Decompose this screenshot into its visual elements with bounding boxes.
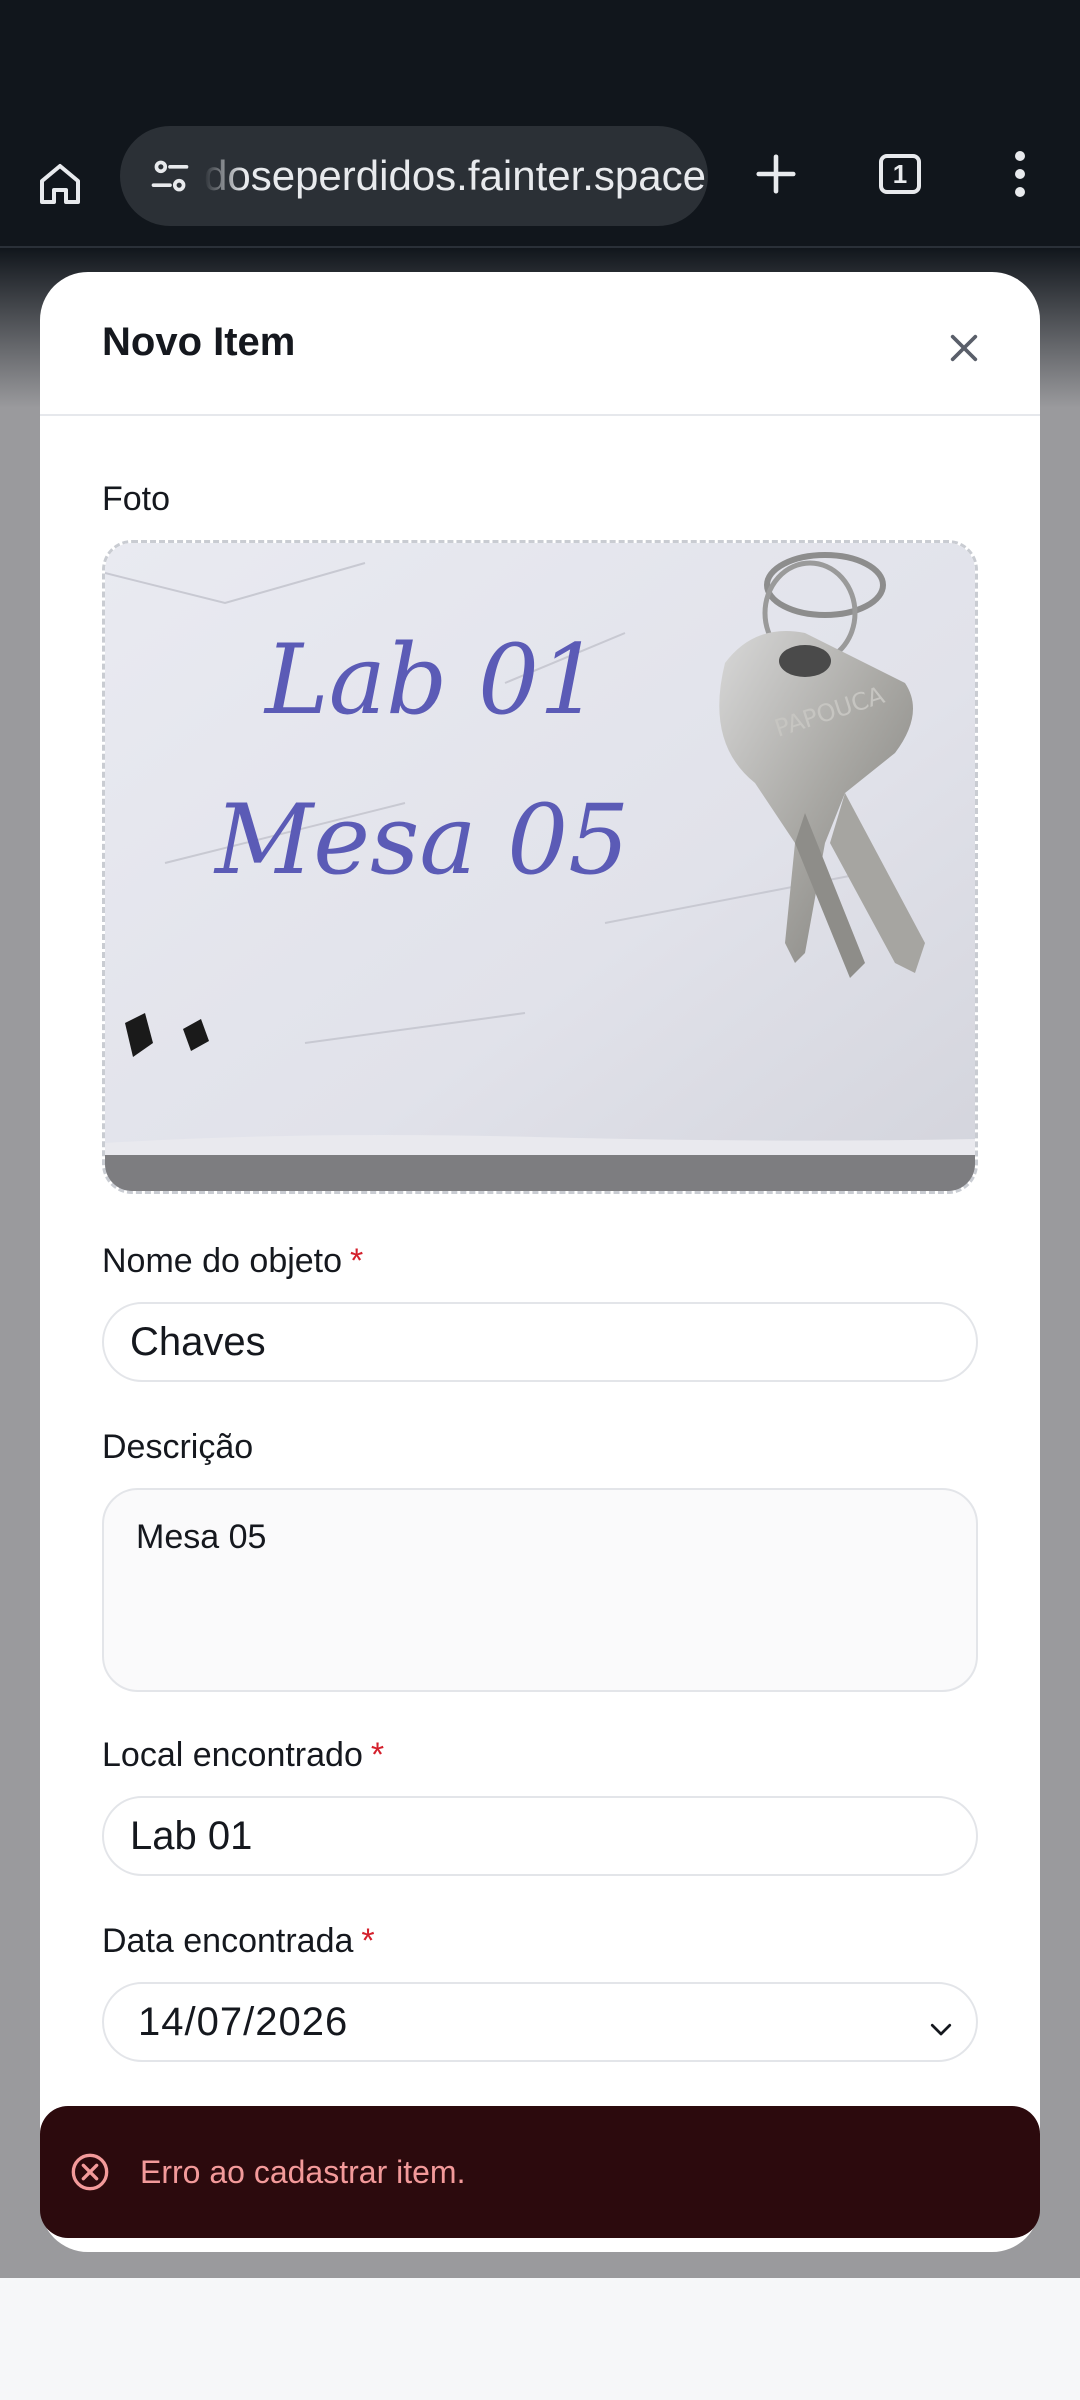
new-tab-icon[interactable] xyxy=(740,138,812,210)
description-textarea[interactable]: Mesa 05 xyxy=(102,1488,978,1692)
name-label: Nome do objeto * xyxy=(102,1242,364,1280)
more-menu-icon[interactable] xyxy=(984,138,1056,210)
date-input-value: 14/07/2026 xyxy=(138,2000,349,2044)
modal-header: Novo Item xyxy=(40,272,1040,416)
site-info-icon[interactable] xyxy=(134,140,206,212)
date-label: Data encontrada * xyxy=(102,1922,375,1960)
chevron-down-icon xyxy=(930,2023,952,2036)
description-label: Descrição xyxy=(102,1428,254,1466)
url-text: doseperdidos.fainter.space xyxy=(204,152,707,199)
location-label: Local encontrado * xyxy=(102,1736,385,1774)
home-icon[interactable] xyxy=(24,148,96,220)
location-input-value: Lab 01 xyxy=(130,1814,253,1858)
toast-message: Erro ao cadastrar item. xyxy=(140,2154,466,2190)
modal-title: Novo Item xyxy=(102,320,296,364)
error-toast: Erro ao cadastrar item. xyxy=(40,2106,1040,2238)
location-input[interactable]: Lab 01 xyxy=(102,1796,978,1876)
status-bar xyxy=(0,0,1080,122)
item-photo: Lab 01 Mesa 05 PAPOUCA xyxy=(105,543,975,1191)
photo-text-line2: Mesa 05 xyxy=(213,784,629,896)
page-background xyxy=(0,2278,1080,2400)
name-input-value: Chaves xyxy=(130,1320,266,1364)
browser-toolbar: doseperdidos.fainter.space 1 xyxy=(0,122,1080,248)
tab-count: 1 xyxy=(879,154,921,194)
address-bar[interactable]: doseperdidos.fainter.space xyxy=(120,126,708,226)
photo-upload[interactable]: Lab 01 Mesa 05 PAPOUCA xyxy=(102,540,978,1194)
photo-text-line1: Lab 01 xyxy=(263,624,600,736)
photo-label: Foto xyxy=(102,480,171,518)
description-value: Mesa 05 xyxy=(136,1518,267,1556)
new-item-modal: Novo Item Foto Lab 01 Mesa 05 PAPOUCA No… xyxy=(40,272,1040,2252)
name-input[interactable]: Chaves xyxy=(102,1302,978,1382)
close-icon xyxy=(950,334,978,362)
url-fade xyxy=(204,126,244,226)
date-input[interactable]: 14/07/2026 xyxy=(102,1982,978,2062)
tab-switcher-button[interactable]: 1 xyxy=(864,138,936,210)
error-icon xyxy=(71,2153,109,2191)
close-button[interactable] xyxy=(932,316,996,380)
